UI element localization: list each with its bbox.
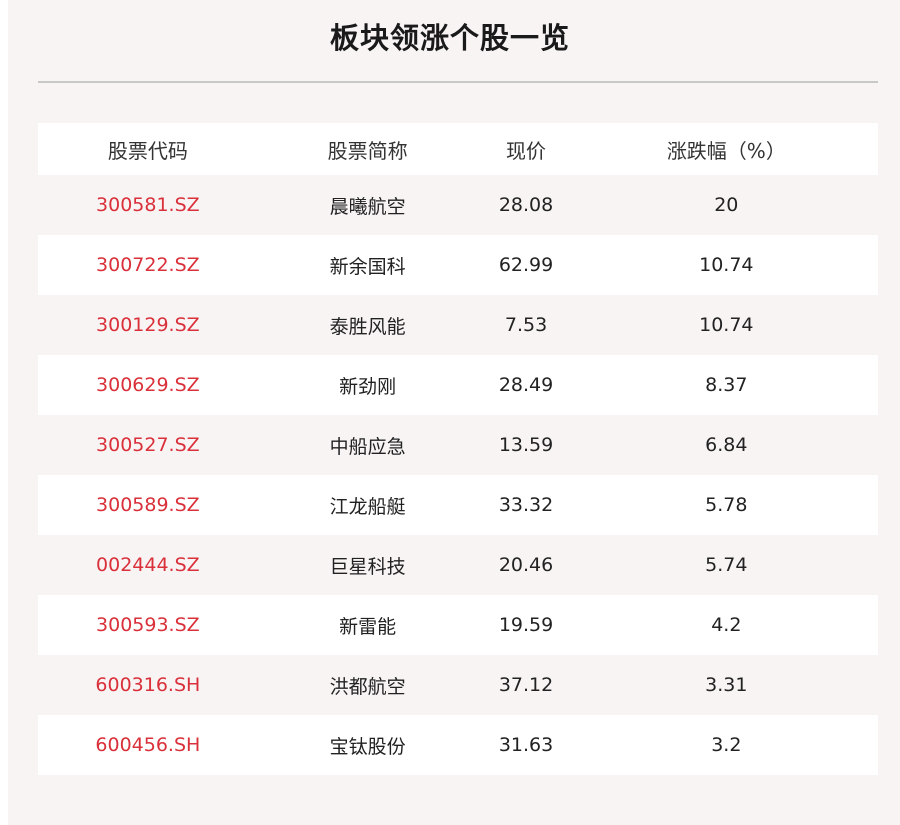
- header-code: 股票代码: [107, 138, 188, 163]
- table-row: 600456.SH 宝钛股份 31.63 3.2: [38, 715, 878, 775]
- stock-name: 洪都航空: [329, 675, 406, 698]
- stock-code: 002444.SZ: [96, 554, 200, 576]
- table-row: 300593.SZ 新雷能 19.59 4.2: [38, 595, 878, 655]
- stock-name: 晨曦航空: [329, 195, 406, 218]
- page-title: 板块领涨个股一览: [329, 21, 570, 55]
- title-divider: [38, 81, 878, 83]
- stock-name: 宝钛股份: [329, 735, 406, 758]
- stock-change: 20: [714, 194, 739, 216]
- stock-price: 33.32: [498, 494, 554, 516]
- header-change: 涨跌幅（%）: [666, 138, 786, 163]
- stock-price: 62.99: [498, 254, 554, 276]
- stock-price: 20.46: [498, 554, 554, 576]
- table-row: 300629.SZ 新劲刚 28.49 8.37: [38, 355, 878, 415]
- stock-code: 600316.SH: [95, 674, 201, 696]
- stock-price: 13.59: [498, 434, 554, 456]
- stock-code: 300129.SZ: [96, 314, 200, 336]
- stock-change: 10.74: [699, 254, 754, 276]
- stock-change: 3.2: [711, 734, 742, 756]
- header-price: 现价: [506, 138, 547, 163]
- table-row: 300589.SZ 江龙船艇 33.32 5.78: [38, 475, 878, 535]
- stock-name: 新劲刚: [339, 375, 397, 398]
- table-row: 300129.SZ 泰胜风能 7.53 10.74: [38, 295, 878, 355]
- stock-code: 300589.SZ: [96, 494, 200, 516]
- stock-name: 泰胜风能: [329, 315, 406, 338]
- stock-code: 300722.SZ: [96, 254, 200, 276]
- header-name: 股票简称: [327, 138, 408, 163]
- table-row: 300581.SZ 晨曦航空 28.08 20: [38, 175, 878, 235]
- stock-price: 19.59: [498, 614, 554, 636]
- stock-name: 新余国科: [329, 255, 406, 278]
- stock-change: 4.2: [711, 614, 742, 636]
- stock-price: 28.08: [498, 194, 554, 216]
- stock-price: 28.49: [498, 374, 554, 396]
- stock-price: 7.53: [504, 314, 548, 336]
- stock-change: 10.74: [699, 314, 754, 336]
- table-header: 股票代码 股票简称 现价 涨跌幅（%）: [38, 123, 878, 175]
- table-row: 300527.SZ 中船应急 13.59 6.84: [38, 415, 878, 475]
- stock-change: 5.78: [705, 494, 748, 516]
- stock-name: 新雷能: [339, 615, 397, 638]
- table-row: 600316.SH 洪都航空 37.12 3.31: [38, 655, 878, 715]
- table-row: 002444.SZ 巨星科技 20.46 5.74: [38, 535, 878, 595]
- table-row: 300722.SZ 新余国科 62.99 10.74: [38, 235, 878, 295]
- stock-price: 31.63: [498, 734, 554, 756]
- stock-change: 6.84: [705, 434, 748, 456]
- stock-code: 300581.SZ: [96, 194, 200, 216]
- stock-name: 中船应急: [329, 435, 406, 458]
- stock-change: 5.74: [705, 554, 748, 576]
- stock-change: 3.31: [705, 674, 748, 696]
- stock-code: 300629.SZ: [96, 374, 200, 396]
- stock-code: 300593.SZ: [96, 614, 200, 636]
- stock-code: 300527.SZ: [96, 434, 200, 456]
- stock-price: 37.12: [498, 674, 554, 696]
- stock-name: 巨星科技: [329, 555, 406, 578]
- stock-code: 600456.SH: [95, 734, 201, 756]
- stock-table: 股票代码 股票简称 现价 涨跌幅（%） 300581.SZ 晨曦航空 28.08…: [38, 123, 878, 775]
- stock-name: 江龙船艇: [329, 495, 406, 518]
- stock-change: 8.37: [705, 374, 748, 396]
